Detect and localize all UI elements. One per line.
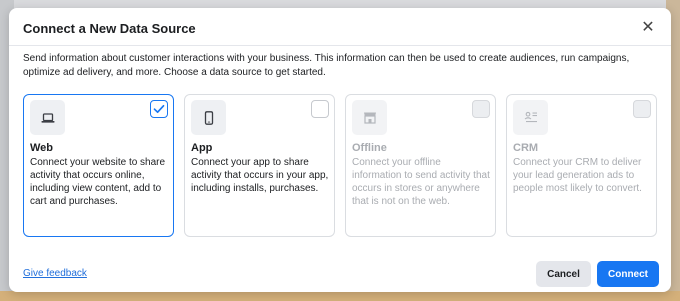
dialog-title: Connect a New Data Source [23, 21, 196, 36]
source-title: Offline [352, 142, 387, 154]
source-card-offline: Offline Connect your offline information… [345, 94, 496, 237]
source-description: Connect your offline information to send… [352, 157, 490, 207]
source-title: Web [30, 142, 54, 154]
crm-icon [524, 111, 537, 123]
source-icon-box [513, 100, 548, 135]
source-icon-box [191, 100, 226, 135]
checkmark-icon [153, 104, 165, 114]
source-card-app[interactable]: App Connect your app to share activity t… [184, 94, 335, 237]
app-checkbox[interactable] [311, 100, 329, 118]
source-title: App [191, 142, 213, 154]
crm-checkbox [633, 100, 651, 118]
close-icon: ✕ [641, 19, 655, 36]
source-card-web[interactable]: Web Connect your website to share activi… [23, 94, 174, 237]
store-icon [363, 112, 376, 124]
offline-checkbox [472, 100, 490, 118]
source-icon-box [352, 100, 387, 135]
data-source-options: Web Connect your website to share activi… [23, 94, 663, 238]
phone-icon [204, 110, 213, 125]
laptop-icon [41, 112, 54, 123]
source-title: CRM [513, 142, 539, 154]
cancel-button[interactable]: Cancel [536, 261, 591, 287]
connect-button[interactable]: Connect [597, 261, 659, 287]
source-card-crm: CRM Connect your CRM to deliver your lea… [506, 94, 657, 237]
web-checkbox[interactable] [150, 100, 168, 118]
backdrop-bottom [0, 291, 680, 301]
dialog-description: Send information about customer interact… [23, 53, 630, 78]
source-description: Connect your app to share activity that … [191, 157, 329, 194]
source-icon-box [30, 100, 65, 135]
give-feedback-link[interactable]: Give feedback [23, 268, 87, 279]
dialog-header: Connect a New Data Source ✕ [9, 8, 671, 46]
source-description: Connect your CRM to deliver your lead ge… [513, 157, 642, 194]
source-description: Connect your website to share activity t… [30, 157, 166, 207]
connect-data-source-dialog: Connect a New Data Source ✕ Send informa… [9, 8, 671, 292]
close-button[interactable]: ✕ [639, 18, 657, 36]
